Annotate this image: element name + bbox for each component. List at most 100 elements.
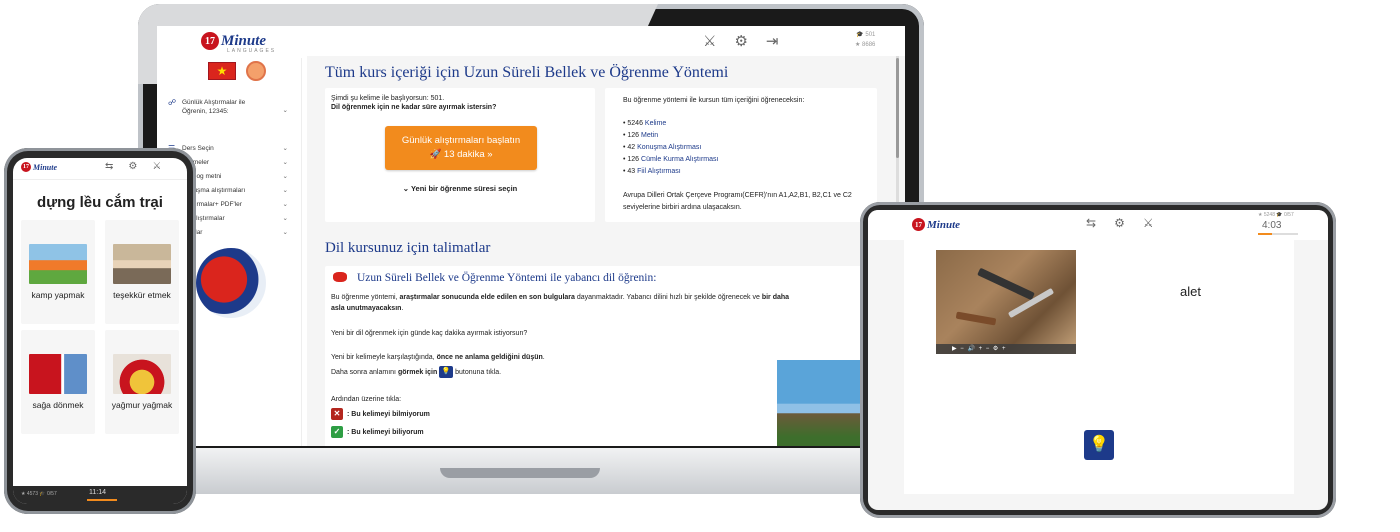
speaking-link[interactable]: Konuşma Alıştırması	[637, 144, 701, 151]
click-instruction: Ardından üzerine tıkla:	[331, 396, 402, 403]
media-controls[interactable]: ▶ − 🔊 + − ⚙ +	[936, 344, 1076, 354]
texts-link[interactable]: Metin	[641, 132, 658, 139]
tile-raining[interactable]: yağmur yağmak	[105, 330, 179, 434]
gear-icon[interactable]: ⚙	[128, 161, 137, 172]
flashcard-word: alet	[1180, 284, 1201, 299]
link-icon: ☍	[168, 98, 177, 107]
thanking-image	[113, 244, 171, 284]
start-button-duration: 🚀 13 dakika »	[429, 149, 493, 160]
laptop-notch	[440, 468, 600, 478]
exit-icon[interactable]: ⇆	[105, 161, 113, 172]
words-link[interactable]: Kelime	[645, 120, 666, 127]
list-item: • 5246 Kelime	[623, 118, 718, 130]
phone-screen: 17 Minute ⇆ ⚙ ⚔ dựng lều cắm trại kamp y…	[13, 158, 187, 504]
exit-icon[interactable]: ⇆	[1086, 216, 1096, 230]
temple-photo	[777, 360, 867, 446]
sidebar-item-label: Ayarlar	[182, 228, 294, 237]
raining-image	[113, 354, 171, 394]
phone-device: 17 Minute ⇆ ⚙ ⚔ dựng lều cắm trại kamp y…	[4, 148, 196, 514]
phone-status-bar: ★ 4573 🎓 0/57 11:14	[13, 486, 187, 504]
instructions-subtitle: Uzun Süreli Bellek ve Öğrenme Yöntemi il…	[357, 272, 657, 284]
lightbulb-icon[interactable]: 💡	[1084, 430, 1114, 460]
turn-right-image	[29, 354, 87, 394]
logout-icon[interactable]: ⇥	[766, 32, 779, 50]
phone-timer: 11:14	[89, 489, 106, 496]
vietnam-flag-icon	[333, 272, 347, 282]
flashcard-panel: ▶ − 🔊 + − ⚙ + alet 💡	[904, 240, 1294, 494]
gear-icon[interactable]: ⚙	[1114, 216, 1125, 230]
course-intro: Bu öğrenme yöntemi ile kursun tüm içeriğ…	[623, 97, 805, 104]
tablet-timer-progress	[1258, 233, 1298, 235]
tablet-stats: ★ 5248 🎓 0/57	[1258, 212, 1294, 218]
course-content-card: Bu öğrenme yöntemi ile kursun tüm içeriğ…	[605, 88, 877, 222]
start-daily-button[interactable]: Günlük alıştırmaları başlatın 🚀 13 dakik…	[385, 126, 537, 170]
tablet-top-icons: ⇆ ⚙ ⚔	[1086, 216, 1154, 230]
logo-text: Minute	[33, 162, 58, 172]
phone-timer-progress	[87, 499, 117, 501]
logo-number: 17	[201, 32, 219, 50]
think-paragraph: Yeni bir kelimeyle karşılaştığında, önce…	[331, 352, 545, 363]
text-bold: asla unutmayacaksın	[331, 305, 402, 312]
list-item-count: • 42	[623, 144, 636, 151]
option-known-label: : Bu kelimeyi biliyorum	[347, 428, 424, 436]
logo-subtitle: LANGUAGES	[227, 48, 277, 54]
gear-icon[interactable]: ⚙	[734, 32, 747, 50]
camping-image	[29, 244, 87, 284]
option-unknown: ✕: Bu kelimeyi bilmiyorum	[331, 408, 430, 420]
swords-icon[interactable]: ⚔	[703, 32, 716, 50]
brand-logo[interactable]: 17 Minute	[21, 162, 57, 172]
tile-turn-right[interactable]: sağa dönmek	[21, 330, 95, 434]
swords-icon[interactable]: ⚔	[1143, 216, 1154, 230]
check-icon: ✓	[331, 426, 343, 438]
chevron-down-icon: ⌄	[282, 145, 288, 152]
laptop-device: 17 Minute LANGUAGES ⚔ ⚙ ⇥ 🎓 501 ★ 8686 ★…	[138, 4, 924, 472]
sentence-link[interactable]: Cümle Kurma Alıştırması	[641, 156, 718, 163]
tile-label: teşekkür etmek	[113, 290, 171, 300]
phone-phrase-title: dựng lều cắm trại	[37, 194, 163, 211]
chevron-down-icon: ⌄	[282, 215, 288, 222]
main-content: Tüm kurs içeriği için Uzun Süreli Bellek…	[307, 56, 905, 446]
decorative-emblem	[196, 248, 266, 318]
sidebar-item-label: Günlük Alıştırmalar ile Öğrenin, 12345:	[182, 99, 246, 115]
logo-number: 17	[912, 218, 925, 231]
handle-shape	[955, 311, 997, 326]
page-title: Tüm kurs içeriği için Uzun Süreli Bellek…	[325, 64, 729, 81]
chevron-down-icon: ⌄	[282, 201, 288, 208]
tile-label: yağmur yağmak	[111, 400, 173, 410]
tile-thanking[interactable]: teşekkür etmek	[105, 220, 179, 324]
text-span: .	[542, 354, 545, 361]
minutes-question: Yeni bir dil öğrenmek için günde kaç dak…	[331, 330, 528, 337]
scrollbar-thumb[interactable]	[896, 58, 899, 158]
top-icons: ⚔ ⚙ ⇥	[703, 32, 778, 50]
sidebar-item-label: Fiil Alıştırmalar	[182, 215, 225, 222]
top-bar: 17 Minute LANGUAGES ⚔ ⚙ ⇥ 🎓 501 ★ 8686	[157, 26, 905, 56]
swords-icon[interactable]: ⚔	[152, 161, 161, 172]
list-item: • 42 Konuşma Alıştırması	[623, 142, 718, 154]
tile-camping[interactable]: kamp yapmak	[21, 220, 95, 324]
text-span: Yeni bir kelimeyle karşılaştığında,	[331, 354, 437, 361]
list-item: • 126 Metin	[623, 130, 718, 142]
list-item-count: • 43	[623, 168, 636, 175]
cefr-note: Avrupa Dilleri Ortak Çerçeve Programı(CE…	[623, 192, 852, 211]
avatar[interactable]	[246, 61, 266, 81]
list-item: • 126 Cümle Kurma Alıştırması	[623, 154, 718, 166]
tablet-screen: 17 Minute ⇆ ⚙ ⚔ ★ 5248 🎓 0/57 4:03 ▶ − 🔊…	[868, 210, 1328, 510]
sidebar-item-daily[interactable]: ☍ Günlük Alıştırmalar ile Öğrenin, 12345…	[168, 98, 294, 116]
vietnam-flag-icon[interactable]: ★	[208, 62, 236, 80]
logo-text: Minute	[927, 218, 961, 231]
method-paragraph: Bu öğrenme yöntemi, araştırmalar sonucun…	[331, 292, 871, 314]
phone-stats: ★ 4573 🎓 0/57	[21, 491, 57, 497]
chevron-down-icon: ⌄	[282, 107, 288, 114]
text-bold: araştırmalar sonucunda elde edilen en so…	[399, 294, 575, 301]
brand-logo[interactable]: 17 Minute	[912, 218, 960, 231]
close-icon: ✕	[331, 408, 343, 420]
option-known: ✓ : Bu kelimeyi biliyorum	[331, 426, 424, 438]
time-question: Dil öğrenmek için ne kadar süre ayırmak …	[331, 104, 497, 111]
select-time-link[interactable]: ⌄ Yeni bir öğrenme süresi seçin	[325, 184, 595, 193]
tile-label: kamp yapmak	[31, 290, 85, 300]
sidebar-item-lesson[interactable]: ☰ Ders Seçin ⌄	[168, 144, 294, 153]
verbs-link[interactable]: Fiil Alıştırması	[637, 168, 681, 175]
instructions-card: Uzun Süreli Bellek ve Öğrenme Yöntemi il…	[325, 266, 885, 446]
current-word-line: Şimdi şu kelime ile başlıyorsun: 501.	[331, 95, 445, 102]
daily-practice-card: Şimdi şu kelime ile başlıyorsun: 501. Di…	[325, 88, 595, 222]
